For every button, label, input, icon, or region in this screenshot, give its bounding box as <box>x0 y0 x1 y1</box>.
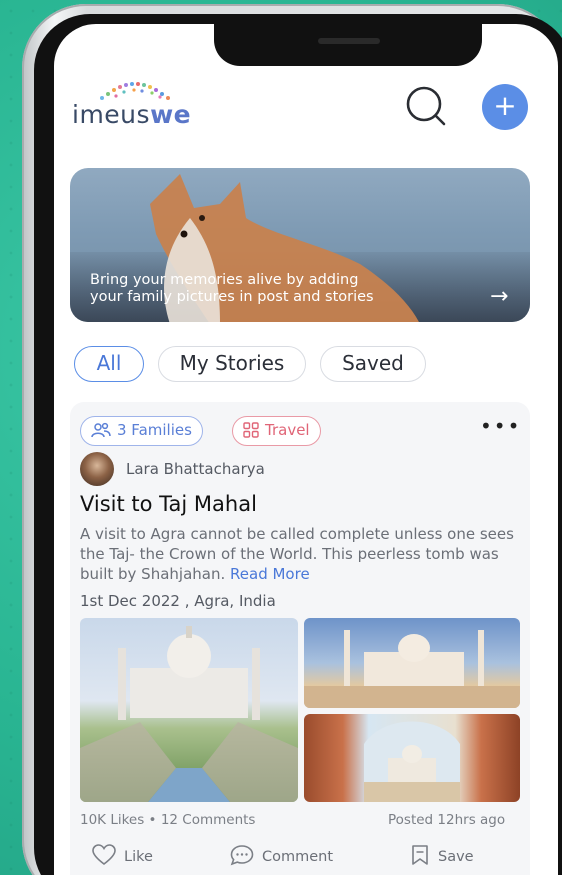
families-chip[interactable]: 3 Families <box>80 416 203 446</box>
people-icon <box>91 422 111 438</box>
post-stats: 10K Likes • 12 Comments <box>80 812 256 828</box>
tab-saved[interactable]: Saved <box>320 346 426 382</box>
read-more-link[interactable]: Read More <box>230 565 310 583</box>
taj-mahal-image <box>80 626 298 802</box>
post-card: 3 Families Travel ••• Lara Bhattacharya … <box>70 402 530 875</box>
photo-taj-mahal-1[interactable] <box>80 618 298 802</box>
add-post-button[interactable]: + <box>482 84 528 130</box>
photo-taj-mahal-3[interactable] <box>304 714 520 802</box>
promo-banner[interactable]: Bring your memories alive by adding your… <box>70 168 530 322</box>
logo-wordmark: imeuswe <box>72 100 191 129</box>
families-chip-label: 3 Families <box>117 421 192 439</box>
app-logo: imeuswe <box>72 80 202 130</box>
save-label: Save <box>438 849 474 865</box>
logo-dots-icon <box>100 82 170 100</box>
banner-message: Bring your memories alive by adding your… <box>90 272 450 306</box>
taj-mahal-distant-image <box>304 630 520 708</box>
phone-notch <box>214 24 482 66</box>
travel-chip-label: Travel <box>265 421 310 439</box>
speaker-grill <box>318 38 380 44</box>
avatar[interactable] <box>80 452 114 486</box>
search-button[interactable] <box>404 84 448 128</box>
heart-icon <box>92 844 116 866</box>
grid-icon <box>243 422 259 438</box>
travel-chip[interactable]: Travel <box>232 416 321 446</box>
app-screen: imeuswe + Bring your memories alive by a… <box>54 24 558 875</box>
logo-text-part-b: we <box>150 100 192 129</box>
comment-button[interactable]: Comment <box>230 844 333 866</box>
banner-line-2: your family pictures in post and stories <box>90 289 374 305</box>
bookmark-icon <box>412 845 428 865</box>
logo-text-part-a: imeus <box>72 100 151 129</box>
save-button[interactable]: Save <box>410 844 474 866</box>
tab-my-stories[interactable]: My Stories <box>158 346 306 382</box>
comment-icon <box>230 845 254 866</box>
banner-line-1: Bring your memories alive by adding <box>90 272 359 288</box>
more-options-icon[interactable]: ••• <box>480 414 521 438</box>
search-icon <box>406 86 446 126</box>
photo-taj-mahal-2[interactable] <box>304 618 520 708</box>
like-label: Like <box>124 849 153 865</box>
posted-time: Posted 12hrs ago <box>388 812 506 828</box>
like-button[interactable]: Like <box>92 844 153 866</box>
post-description: A visit to Agra cannot be called complet… <box>80 524 524 584</box>
arrow-right-icon[interactable]: → <box>490 284 508 309</box>
post-title: Visit to Taj Mahal <box>80 492 257 516</box>
taj-mahal-archway-image <box>364 721 460 802</box>
tab-all[interactable]: All <box>74 346 144 382</box>
post-date-location: 1st Dec 2022 , Agra, India <box>80 592 276 610</box>
author-name[interactable]: Lara Bhattacharya <box>126 460 265 478</box>
comment-label: Comment <box>262 849 334 865</box>
